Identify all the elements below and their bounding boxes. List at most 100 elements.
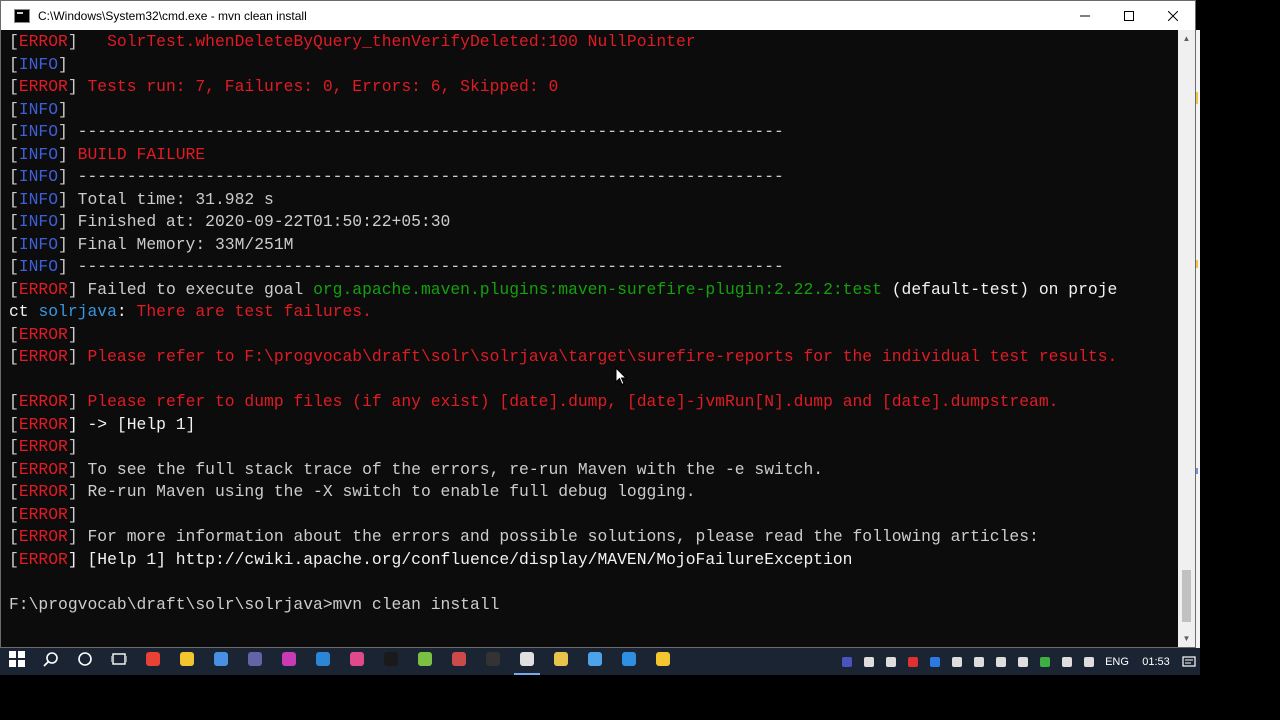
console-text: ] [58, 54, 68, 74]
console-line: ct solrjava: There are test failures. [9, 301, 1175, 324]
github-icon [621, 651, 637, 672]
taskbar-media-icon[interactable] [408, 648, 442, 675]
console-line: [INFO] ---------------------------------… [9, 121, 1175, 144]
console-line: [ERROR] -> [Help 1] [9, 414, 1175, 437]
title-bar[interactable]: C:\Windows\System32\cmd.exe - mvn clean … [1, 1, 1195, 30]
console-text: [ [9, 482, 19, 501]
taskbar-github-icon[interactable] [612, 648, 646, 675]
console-text: ] [58, 144, 78, 164]
console-text: ERROR [18, 392, 68, 411]
red-app-icon[interactable] [902, 648, 924, 675]
intellij-icon [485, 651, 501, 672]
cmd-window-icon[interactable] [14, 8, 30, 23]
taskbar-task-view-icon[interactable] [102, 648, 136, 675]
console-text: ] [67, 437, 78, 456]
windows-start-icon [9, 651, 25, 672]
console-text: ] [67, 324, 78, 344]
console-text: ] --------------------------------------… [58, 167, 784, 186]
vscode-icon [451, 651, 467, 672]
taskbar-edge-icon[interactable] [204, 648, 238, 675]
language-indicator[interactable]: ENG [1100, 656, 1134, 668]
console-text: (default-test) on proje [881, 279, 1118, 299]
taskbar-cmd-icon[interactable] [510, 648, 544, 675]
volume-icon[interactable] [968, 648, 990, 675]
taskbar-app-icon[interactable] [340, 648, 374, 675]
console-text: [ [9, 212, 19, 231]
display-icon[interactable] [990, 648, 1012, 675]
console-line: [INFO] Total time: 31.982 s [9, 189, 1175, 212]
console-text: [ [9, 32, 19, 51]
console-text: [ [9, 324, 19, 344]
console-text: ct [9, 302, 39, 321]
console-text: ] [67, 392, 88, 411]
teams-tray-icon[interactable] [836, 648, 858, 675]
app-tray-icon[interactable] [1012, 648, 1034, 675]
vertical-scrollbar[interactable]: ▲ ▼ [1178, 30, 1195, 647]
taskbar-cortana-icon[interactable] [68, 648, 102, 675]
console-text: [ [9, 234, 19, 254]
console-line: [INFO] ---------------------------------… [9, 166, 1175, 189]
console-text: ] [Help 1] http://cwiki.apache.org/confl… [67, 549, 853, 569]
file-explorer-icon [315, 651, 331, 672]
console-text: [ [9, 257, 19, 276]
console-text: [ [9, 527, 19, 546]
console-line: [ERROR] [9, 324, 1175, 347]
console-text: [ [9, 459, 19, 479]
console-text: [ [9, 144, 19, 164]
console-text: ] To see the full stack trace of the err… [67, 459, 824, 479]
console-output[interactable]: [ERROR] SolrTest.whenDeleteByQuery_thenV… [9, 31, 1175, 643]
console-line: [ERROR] Please refer to F:\progvocab\dra… [9, 346, 1175, 369]
console-text: ERROR [18, 527, 68, 546]
taskbar-sticky-notes-icon[interactable] [238, 648, 272, 675]
taskbar-vscode-icon[interactable] [442, 648, 476, 675]
green-app-icon[interactable] [1034, 648, 1056, 675]
bluetooth-icon[interactable] [924, 648, 946, 675]
mic-icon[interactable] [858, 648, 880, 675]
console-line: [ERROR] [9, 436, 1175, 459]
console-line: [INFO] [9, 99, 1175, 122]
clock[interactable]: 01:53 [1134, 656, 1178, 668]
notification-icon[interactable] [1178, 648, 1200, 675]
console-text: [ [9, 392, 19, 411]
maximize-button[interactable] [1107, 1, 1151, 30]
taskbar-file-explorer-icon[interactable] [306, 648, 340, 675]
console-line: F:\progvocab\draft\solr\solrjava>mvn cle… [9, 594, 1175, 617]
console-text: ] [67, 77, 88, 96]
console-text: INFO [18, 189, 59, 209]
security-icon[interactable] [880, 648, 902, 675]
cortana-icon [77, 651, 93, 672]
console-text: [ [9, 437, 19, 456]
usb-icon[interactable] [1056, 648, 1078, 675]
console-text: F:\progvocab\draft\solr\solrjava>mvn cle… [9, 594, 500, 614]
console-text: ] [67, 347, 88, 366]
cmd-window[interactable]: C:\Windows\System32\cmd.exe - mvn clean … [0, 0, 1196, 648]
system-tray: ENG 01:53 [836, 648, 1200, 675]
console-text: [ [9, 347, 19, 366]
console-text: [ [9, 54, 19, 74]
minimize-icon [1080, 15, 1090, 16]
console-line: [ERROR] Tests run: 7, Failures: 0, Error… [9, 76, 1175, 99]
taskbar-app-icon[interactable] [646, 648, 680, 675]
console-line: [ERROR] [9, 504, 1175, 527]
console-text: ERROR [18, 482, 68, 501]
store-icon [145, 651, 161, 672]
window-title: C:\Windows\System32\cmd.exe - mvn clean … [38, 8, 307, 23]
taskbar-app-icon[interactable] [544, 648, 578, 675]
media-icon [417, 651, 433, 672]
taskbar-desktop-icon[interactable] [170, 648, 204, 675]
taskbar-chrome-icon[interactable] [272, 648, 306, 675]
taskbar-store-icon[interactable] [136, 648, 170, 675]
close-button[interactable] [1151, 1, 1195, 30]
taskbar-notepad-icon[interactable] [578, 648, 612, 675]
wifi-icon[interactable] [946, 648, 968, 675]
scroll-up-icon[interactable]: ▲ [1178, 30, 1195, 47]
scroll-down-icon[interactable]: ▼ [1178, 630, 1195, 647]
taskbar-teams-icon[interactable] [374, 648, 408, 675]
taskbar-intellij-icon[interactable] [476, 648, 510, 675]
desktop-icon [179, 651, 195, 672]
taskbar-search-icon[interactable] [34, 648, 68, 675]
minimize-button[interactable] [1063, 1, 1107, 30]
taskbar-windows-start-icon[interactable] [0, 648, 34, 675]
scrollbar-thumb[interactable] [1182, 570, 1191, 622]
keyboard-icon[interactable] [1078, 648, 1100, 675]
